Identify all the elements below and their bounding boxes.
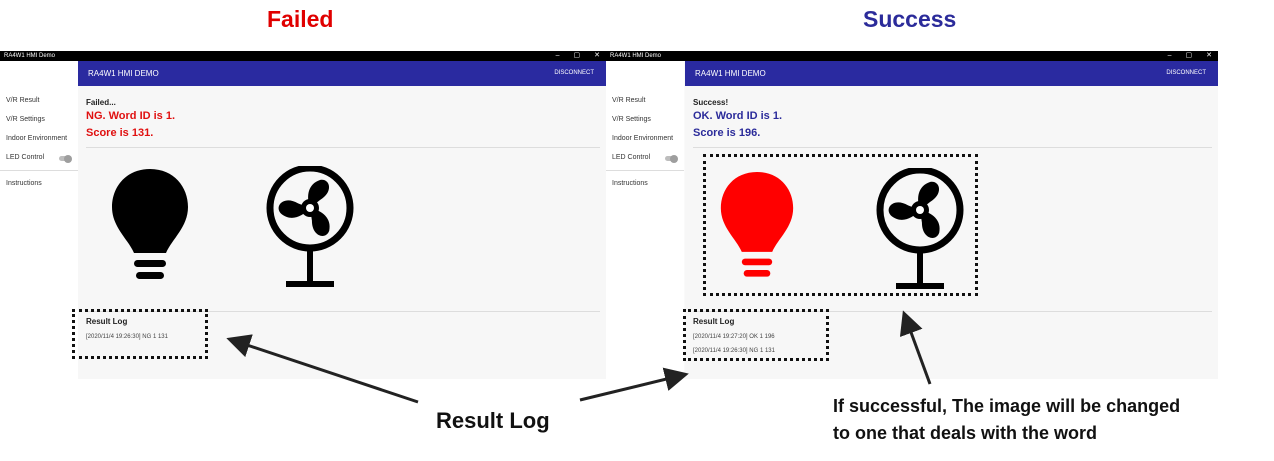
annotation-arrows <box>226 310 932 404</box>
success-note-line1: If successful, The image will be changed <box>833 396 1181 416</box>
arrow <box>899 310 932 385</box>
success-note-line2: to one that deals with the word <box>833 423 1098 443</box>
arrow <box>579 367 689 402</box>
result-log-callout: Result Log <box>436 408 550 433</box>
arrow <box>226 334 419 404</box>
